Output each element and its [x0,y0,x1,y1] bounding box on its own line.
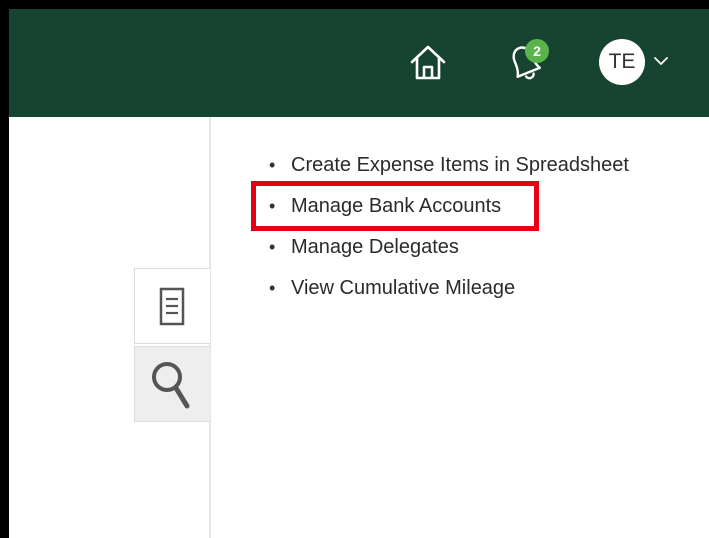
app-window: 2 TE • Create Expense Items in Spreadshe… [9,9,709,538]
notifications-button[interactable]: 2 [501,37,553,87]
tab-search[interactable] [134,346,210,422]
list-item: • View Cumulative Mileage [267,274,629,315]
chevron-down-icon [654,57,668,65]
tab-tasks[interactable] [134,268,210,344]
search-icon [152,362,190,409]
task-list: • Create Expense Items in Spreadsheet • … [267,151,629,315]
bullet: • [269,237,276,257]
bullet: • [269,278,276,298]
list-item: • Manage Delegates [267,233,629,274]
global-header: 2 TE [9,9,709,117]
home-icon [410,45,446,80]
highlight-annotation-box [251,181,539,231]
manage-delegates-link[interactable]: Manage Delegates [291,236,459,258]
bullet: • [269,155,276,175]
create-expense-items-link[interactable]: Create Expense Items in Spreadsheet [291,154,629,176]
user-menu-button[interactable]: TE [599,39,683,85]
document-icon [159,287,185,326]
avatar: TE [599,39,645,85]
view-cumulative-mileage-link[interactable]: View Cumulative Mileage [291,277,515,299]
notification-count-badge: 2 [525,39,549,63]
home-button[interactable] [408,42,448,82]
